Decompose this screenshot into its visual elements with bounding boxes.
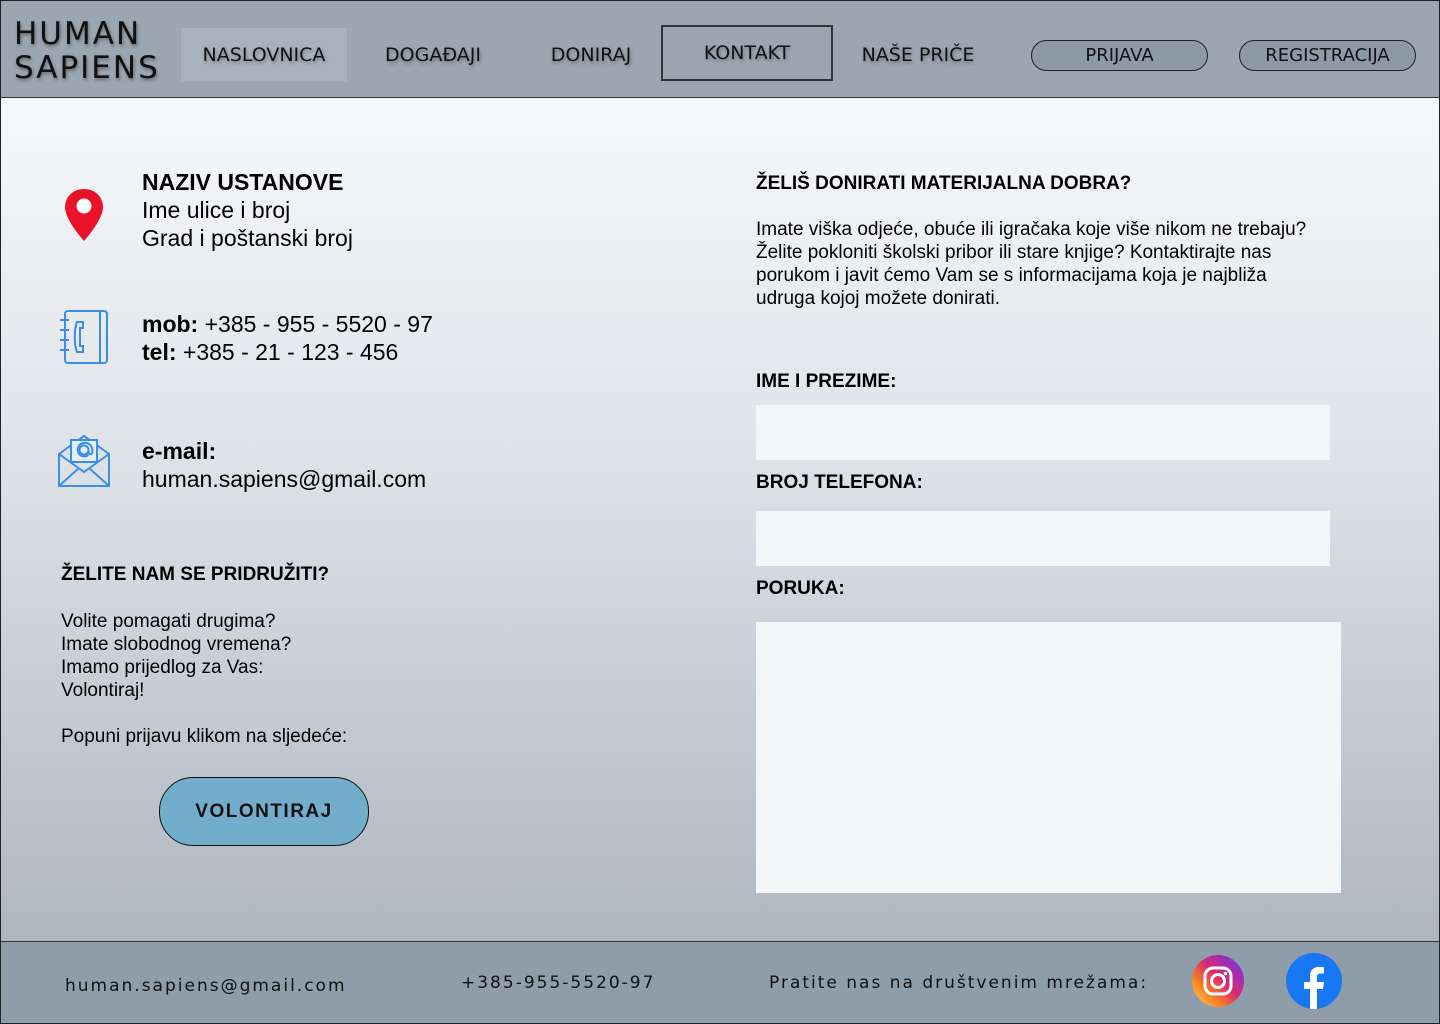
email-label: e-mail: [142,438,217,464]
address-city: Grad i poštanski broj [142,225,353,251]
logo-line-1: HUMAN [14,16,142,52]
footer: human.sapiens@gmail.com +385-955-5520-97… [1,941,1439,1023]
landline-phone: tel: +385 - 21 - 123 - 456 [142,339,398,366]
mobile-value: +385 - 955 - 5520 - 97 [198,311,433,337]
nav-item-contact[interactable]: KONTAKT [661,25,833,81]
join-line-3: Imamo prijedlog za Vas: [61,657,264,678]
phone-book-icon [57,308,111,366]
tel-label: tel: [142,339,177,365]
email-envelope-icon [57,432,111,488]
page: HUMAN SAPIENS NASLOVNICA DOGAĐAJI DONIRA… [0,0,1440,1024]
volunteer-button[interactable]: VOLONTIRAJ [159,777,369,846]
institution-name: NAZIV USTANOVE [142,169,344,195]
join-line-4: Volontiraj! [61,680,145,701]
nav-item-stories[interactable]: NAŠE PRIČE [841,28,995,81]
footer-follow-text: Pratite nas na društvenim mrežama: [769,973,1149,993]
main-content: NAZIV USTANOVE Ime ulice i broj Grad i p… [1,98,1439,941]
register-button[interactable]: REGISTRACIJA [1239,40,1416,71]
message-field[interactable] [756,622,1341,893]
header: HUMAN SAPIENS NASLOVNICA DOGAĐAJI DONIRA… [1,1,1439,98]
message-label: PORUKA: [756,578,845,599]
join-line-1: Volite pomagati drugima? [61,611,276,632]
location-pin-icon [63,187,105,243]
tel-value: +385 - 21 - 123 - 456 [176,339,399,365]
phone-field[interactable] [756,511,1330,566]
facebook-icon[interactable] [1286,953,1342,1009]
nav-item-events[interactable]: DOGAĐAJI [361,28,505,81]
name-field[interactable] [756,405,1330,460]
login-button[interactable]: PRIJAVA [1031,40,1208,71]
nav-item-home[interactable]: NASLOVNICA [181,28,347,81]
phone-label: BROJ TELEFONA: [756,472,923,493]
instagram-icon[interactable] [1190,953,1246,1009]
email-value[interactable]: human.sapiens@gmail.com [142,466,426,493]
nav-item-donate[interactable]: DONIRAJ [521,28,661,81]
join-line-5: Popuni prijavu klikom na sljedeće: [61,726,348,747]
address-street: Ime ulice i broj [142,197,291,223]
logo[interactable]: HUMAN SAPIENS [14,17,160,85]
footer-email[interactable]: human.sapiens@gmail.com [65,976,347,996]
join-line-2: Imate slobodnog vremena? [61,634,292,655]
footer-phone: +385-955-5520-97 [461,973,656,993]
donate-title: ŽELIŠ DONIRATI MATERIJALNA DOBRA? [756,173,1132,194]
donate-text: Imate viška odjeće, obuće ili igračaka k… [756,219,1307,309]
join-title: ŽELITE NAM SE PRIDRUŽITI? [61,564,330,585]
name-label: IME I PREZIME: [756,371,897,392]
logo-line-2: SAPIENS [14,50,160,86]
mobile-label: mob: [142,311,199,337]
mobile-phone: mob: +385 - 955 - 5520 - 97 [142,311,433,338]
